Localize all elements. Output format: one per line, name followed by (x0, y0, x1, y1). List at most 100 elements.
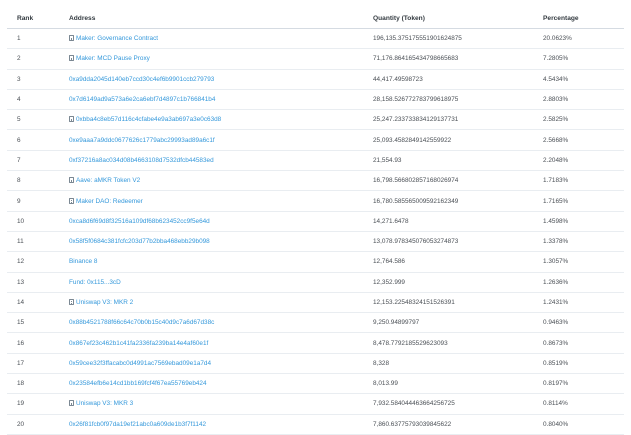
address-link[interactable]: 0x7d6149ad9a573a6e2ca6ebf7d4897c1b766841… (69, 96, 215, 103)
contract-icon (69, 400, 74, 407)
contract-icon (69, 55, 74, 62)
contract-icon (69, 116, 74, 123)
address-link[interactable]: Uniswap V3: MKR 2 (76, 299, 133, 306)
quantity-cell: 16,798.566802857168026974 (363, 170, 533, 192)
address-link[interactable]: Maker DAO: Redeemer (76, 198, 143, 205)
address-link[interactable]: 0x867ef23c462b1c41fa2336fa239ba14e4af60e… (69, 340, 208, 347)
table-row: 10 0xca8d6f69d8f32516a109df68b623452cc9f5… (7, 211, 624, 232)
table-row: 6 0xe9aaa7a9ddc0677626c1779abc29993ad89a6… (7, 129, 624, 151)
rank-cell: 20 (7, 414, 59, 435)
quantity-cell: 8,328 (363, 353, 533, 375)
address-link[interactable]: 0x23584efb6e14cd1bb169fcf4f67ea55769eb42… (69, 380, 207, 387)
contract-icon (69, 197, 74, 204)
rank-cell: 11 (7, 231, 59, 253)
address-link[interactable]: Maker: MCD Pause Proxy (76, 55, 150, 62)
rank-cell: 12 (7, 251, 59, 273)
address-link[interactable]: 0xe9aaa7a9ddc0677626c1779abc29993ad89a6c… (69, 137, 215, 144)
address-cell: Maker: Governance Contract (59, 28, 363, 50)
percentage-cell: 0.8673% (533, 332, 624, 354)
percentage-cell: 2.5825% (533, 109, 624, 131)
rank-cell: 1 (7, 28, 59, 50)
percentage-cell: 1.3057% (533, 251, 624, 273)
address-link[interactable]: 0xa9dda2045d140eb7ccd30c4ef6b9901ccb2797… (69, 76, 214, 83)
address-link[interactable]: Fund: 0x115...3cD (69, 279, 121, 286)
address-link[interactable]: 0x59cee32f3ffacabc0d4991ac7569ebad09e1a7… (69, 360, 211, 367)
table-row: 18 0x23584efb6e14cd1bb169fcf4f67ea55769eb… (7, 373, 624, 395)
address-link[interactable]: 0x58f5f0684c381fcfc203d77b2bba468ebb29b0… (69, 238, 210, 245)
address-link[interactable]: Maker: Governance Contract (76, 35, 158, 42)
contract-icon (69, 299, 74, 305)
table-row: 14 Uniswap V3: MKR 2 12,153.22548324151526… (7, 292, 624, 314)
address-cell: Maker: MCD Pause Proxy (59, 48, 363, 70)
token-holders-table: Rank Address Quantity (Token) Percentage… (7, 8, 624, 435)
rank-cell: 17 (7, 353, 59, 375)
quantity-cell: 25,093.4582849142559922 (363, 129, 533, 151)
quantity-cell: 44,417.49598723 (363, 69, 533, 90)
address-cell: 0xa9dda2045d140eb7ccd30c4ef6b9901ccb2797… (59, 69, 363, 90)
address-link[interactable]: Aave: aMKR Token V2 (76, 177, 140, 184)
table-row: 2 Maker: MCD Pause Proxy 71,176.8641654347… (7, 48, 624, 70)
table-body: 1 Maker: Governance Contract 196,135.37517… (7, 28, 624, 435)
quantity-cell: 8,013.99 (363, 373, 533, 395)
rank-cell: 15 (7, 312, 59, 334)
address-cell: 0x23584efb6e14cd1bb169fcf4f67ea55769eb42… (59, 373, 363, 395)
address-cell: 0xe9aaa7a9ddc0677626c1779abc29993ad89a6c… (59, 129, 363, 151)
table-row: 9 Maker DAO: Redeemer 16,780.5855650095921… (7, 190, 624, 212)
quantity-cell: 7,860.637757930398456​22 (363, 414, 533, 435)
address-link[interactable]: 0x26f81fcb0f97da19ef21abc0a609de1b3f7f11… (69, 421, 206, 428)
rank-cell: 6 (7, 129, 59, 151)
percentage-cell: 1.3378% (533, 231, 624, 253)
rank-cell: 3 (7, 69, 59, 90)
percentage-cell: 1.2636% (533, 272, 624, 293)
percentage-cell: 1.4598% (533, 211, 624, 232)
address-cell: 0x26f81fcb0f97da19ef21abc0a609de1b3f7f11… (59, 414, 363, 435)
rank-cell: 16 (7, 332, 59, 354)
percentage-cell: 1.7165% (533, 190, 624, 212)
table-row: 13 Fund: 0x115...3cD 12,352.999 1.2636% (7, 272, 624, 293)
percentage-cell: 2.2048% (533, 150, 624, 172)
address-link[interactable]: Uniswap V3: MKR 3 (76, 400, 133, 407)
address-cell: Maker DAO: Redeemer (59, 190, 363, 212)
holders-page: Rank Address Quantity (Token) Percentage… (0, 0, 631, 435)
table-row: 1 Maker: Governance Contract 196,135.37517… (7, 28, 624, 50)
address-cell: 0xf37216a8ac034d08b4663108d7532dfcb44583… (59, 150, 363, 172)
table-row: 17 0x59cee32f3ffacabc0d4991ac7569ebad09e1… (7, 353, 624, 375)
quantity-cell: 28,158.526772783799618975 (363, 89, 533, 111)
percentage-cell: 0.8040% (533, 414, 624, 435)
quantity-cell: 196,135.375175551901624875 (363, 28, 533, 50)
table-row: 19 Uniswap V3: MKR 3 7,932.584044463664256… (7, 393, 624, 415)
table-row: 11 0x58f5f0684c381fcfc203d77b2bba468ebb29… (7, 231, 624, 253)
percentage-cell: 1.2431% (533, 292, 624, 314)
table-row: 4 0x7d6149ad9a573a6e2ca6ebf7d4897c1b76684… (7, 89, 624, 111)
rank-cell: 7 (7, 150, 59, 172)
table-row: 16 0x867ef23c462b1c41fa2336fa239ba14e4af6… (7, 332, 624, 354)
address-link[interactable]: Binance 8 (69, 258, 97, 265)
quantity-cell: 71,176.864165434798665683 (363, 48, 533, 70)
address-cell: 0x88b4521788f66c64c70b0b15c40d9c7a6d67d3… (59, 312, 363, 334)
address-cell: Fund: 0x115...3cD (59, 272, 363, 293)
quantity-cell: 12,352.999 (363, 272, 533, 293)
address-link[interactable]: 0xca8d6f69d8f32516a109df68b623452cc9f5e6… (69, 218, 210, 225)
address-link[interactable]: 0xf37216a8ac034d08b4663108d7532dfcb44583… (69, 157, 214, 164)
quantity-cell: 12,764.586 (363, 251, 533, 273)
table-row: 12 Binance 8 12,764.586 1.3057% (7, 251, 624, 273)
quantity-cell: 21,554.93 (363, 150, 533, 172)
percentage-cell: 2.8803% (533, 89, 624, 111)
address-link[interactable]: 0x88b4521788f66c64c70b0b15c40d9c7a6d67d3… (69, 319, 214, 326)
contract-icon (69, 35, 74, 42)
percentage-cell: 0.8197% (533, 373, 624, 395)
address-link[interactable]: 0xbba4c8eb57d116c4cfabe4e9a3ab697a3e0c63… (76, 116, 221, 123)
table-row: 20 0x26f81fcb0f97da19ef21abc0a609de1b3f7f… (7, 414, 624, 435)
rank-cell: 13 (7, 272, 59, 293)
header-percentage: Percentage (533, 8, 624, 29)
address-cell: 0xbba4c8eb57d116c4cfabe4e9a3ab697a3e0c63… (59, 109, 363, 131)
table-header-row: Rank Address Quantity (Token) Percentage (7, 8, 624, 29)
percentage-cell: 0.9463% (533, 312, 624, 334)
table-row: 7 0xf37216a8ac034d08b4663108d7532dfcb4458… (7, 150, 624, 172)
address-cell: Uniswap V3: MKR 2 (59, 292, 363, 314)
address-cell: 0x7d6149ad9a573a6e2ca6ebf7d4897c1b766841… (59, 89, 363, 111)
address-cell: Uniswap V3: MKR 3 (59, 393, 363, 415)
quantity-cell: 25,247.23373383412913773​1 (363, 109, 533, 131)
quantity-cell: 13,078.978345076053274873 (363, 231, 533, 253)
quantity-cell: 9,250.94899797 (363, 312, 533, 334)
